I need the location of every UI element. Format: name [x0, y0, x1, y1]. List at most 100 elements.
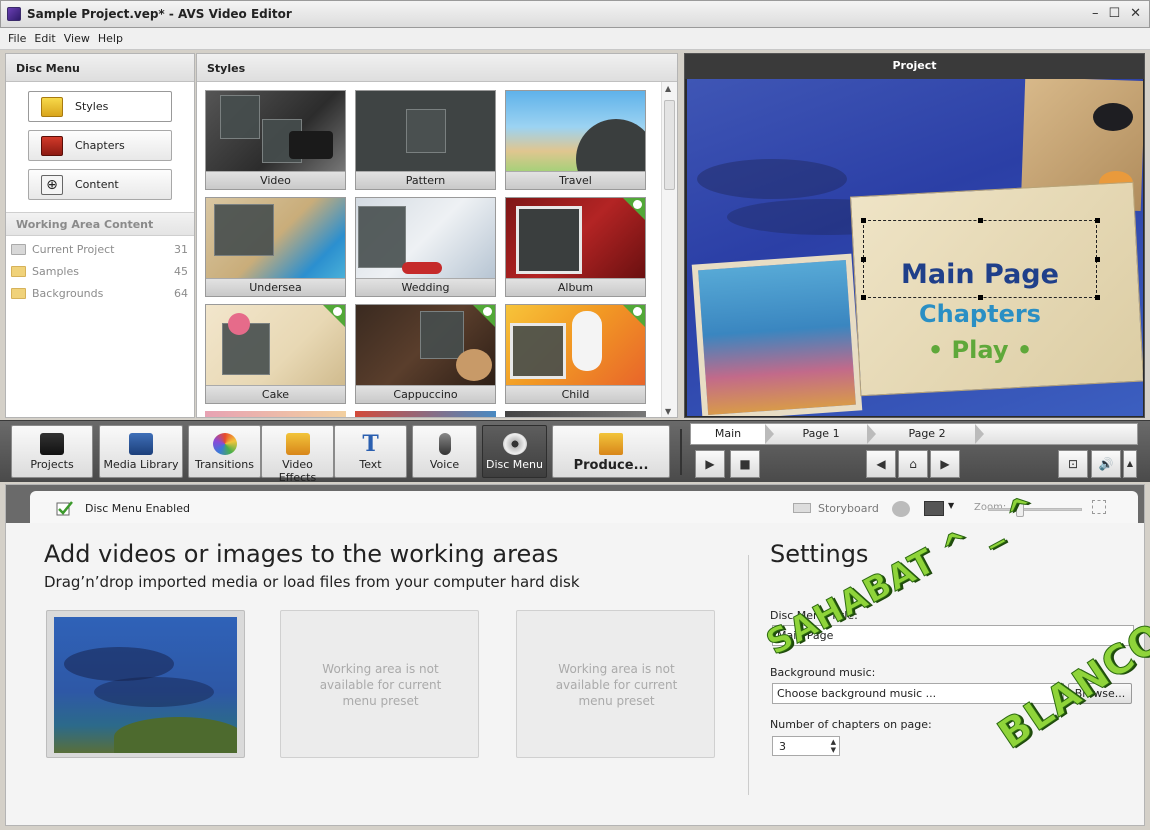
- produce-button[interactable]: Produce...: [552, 425, 670, 478]
- tab-main[interactable]: Main: [691, 424, 765, 444]
- clapperboard-icon: [40, 433, 64, 455]
- chapters-per-page-stepper[interactable]: 3 ▲ ▼: [772, 736, 840, 756]
- style-tile-video[interactable]: Video: [205, 90, 346, 190]
- close-icon[interactable]: ✕: [1130, 6, 1141, 21]
- working-area-thumbnail: [54, 617, 237, 753]
- item-label: Samples: [32, 264, 79, 278]
- microphone-icon: [438, 433, 451, 455]
- tab-page-2[interactable]: Page 2: [877, 424, 977, 444]
- item-count: 64: [174, 286, 188, 300]
- styles-button[interactable]: Styles: [28, 91, 172, 122]
- play-icon[interactable]: ▶: [695, 450, 725, 478]
- list-item-current-project[interactable]: Current Project 31: [11, 239, 191, 259]
- styles-panel: Styles Video Pattern Travel Undersea Wed…: [196, 53, 678, 418]
- chapters-button-label: Chapters: [75, 139, 125, 152]
- checkbox-checked-icon[interactable]: [56, 500, 74, 516]
- minimize-icon[interactable]: –: [1092, 6, 1099, 21]
- monitor-icon[interactable]: [924, 501, 944, 516]
- menu-edit[interactable]: Edit: [34, 32, 55, 45]
- download-icon[interactable]: [483, 307, 492, 316]
- disc-menu-button[interactable]: Disc Menu: [482, 425, 547, 478]
- home-icon[interactable]: ⌂: [898, 450, 928, 478]
- fit-screen-icon[interactable]: ⊡: [1058, 450, 1088, 478]
- stop-icon[interactable]: ■: [730, 450, 760, 478]
- tile-label: Cake: [206, 385, 345, 403]
- transitions-button[interactable]: Transitions: [188, 425, 261, 478]
- fit-zoom-icon[interactable]: [1092, 500, 1106, 514]
- window-title: Sample Project.vep* - AVS Video Editor: [27, 7, 292, 21]
- list-item-backgrounds[interactable]: Backgrounds 64: [11, 283, 191, 303]
- styles-header: Styles: [197, 54, 677, 82]
- stepper-value: 3: [779, 740, 786, 753]
- video-effects-button[interactable]: Video Effects: [261, 425, 334, 484]
- style-tile-cake[interactable]: Cake: [205, 304, 346, 404]
- preview-main-page-text[interactable]: Main Page: [863, 259, 1097, 290]
- menu-help[interactable]: Help: [98, 32, 123, 45]
- voice-button[interactable]: Voice: [412, 425, 477, 478]
- preview-header: Project: [685, 54, 1144, 79]
- chapters-per-page-label: Number of chapters on page:: [770, 718, 932, 731]
- download-icon[interactable]: [633, 307, 642, 316]
- download-icon[interactable]: [633, 200, 642, 209]
- tile-label: Album: [506, 278, 645, 296]
- tile-label: Child: [506, 385, 645, 403]
- menu-file[interactable]: File: [8, 32, 26, 45]
- storyboard-icon[interactable]: [793, 503, 811, 513]
- produce-label: Produce...: [573, 458, 649, 473]
- webcam-icon[interactable]: [892, 501, 910, 517]
- scroll-up-icon[interactable]: ▲: [665, 84, 671, 93]
- project-preview: Project Main Page Chapters • Play •: [684, 53, 1145, 418]
- monitor-dropdown-icon[interactable]: ▼: [948, 501, 954, 510]
- style-tile-undersea[interactable]: Undersea: [205, 197, 346, 297]
- text-button[interactable]: T Text: [334, 425, 407, 478]
- item-count: 45: [174, 264, 188, 278]
- storyboard-label[interactable]: Storyboard: [818, 502, 879, 515]
- media-library-button[interactable]: Media Library: [99, 425, 183, 478]
- app-icon: [7, 7, 21, 21]
- style-tile-album[interactable]: Album: [505, 197, 646, 297]
- styles-scrollbar[interactable]: ▲ ▼: [661, 82, 677, 417]
- disc-menu-panel: Disc Menu Styles Chapters ⊕ Content Work…: [5, 53, 195, 418]
- content-icon: ⊕: [41, 174, 63, 195]
- main-toolbar: Projects Media Library Transitions Video…: [0, 420, 1150, 484]
- text-t-icon: T: [362, 431, 379, 457]
- maximize-icon[interactable]: ☐: [1108, 6, 1120, 21]
- content-button[interactable]: ⊕ Content: [28, 169, 172, 200]
- tab-page-1[interactable]: Page 1: [775, 424, 867, 444]
- style-tile-pattern[interactable]: Pattern: [355, 90, 496, 190]
- working-area-1[interactable]: [46, 610, 245, 758]
- working-areas-subheading: Drag’n’drop imported media or load files…: [44, 573, 580, 591]
- volume-expand-icon[interactable]: ▲: [1123, 450, 1137, 478]
- tile-label: Pattern: [356, 171, 495, 189]
- title-bar: Sample Project.vep* - AVS Video Editor –…: [0, 0, 1150, 28]
- style-tile-child[interactable]: Child: [505, 304, 646, 404]
- styles-icon: [41, 96, 63, 117]
- menu-view[interactable]: View: [64, 32, 90, 45]
- transitions-icon: [212, 433, 237, 455]
- item-label: Current Project: [32, 242, 115, 256]
- volume-icon[interactable]: 🔊: [1091, 450, 1121, 478]
- stepper-arrows-icon[interactable]: ▲ ▼: [831, 738, 836, 754]
- style-tile-cappuccino[interactable]: Cappuccino: [355, 304, 496, 404]
- preview-canvas[interactable]: Main Page Chapters • Play •: [687, 79, 1143, 416]
- previous-page-icon[interactable]: ◀: [866, 450, 896, 478]
- preview-chapters-text[interactable]: Chapters: [863, 300, 1097, 328]
- style-tile-wedding[interactable]: Wedding: [355, 197, 496, 297]
- media-library-label: Media Library: [103, 458, 179, 471]
- download-icon[interactable]: [333, 307, 342, 316]
- styles-button-label: Styles: [75, 100, 109, 113]
- projects-button[interactable]: Projects: [11, 425, 93, 478]
- style-tile-travel[interactable]: Travel: [505, 90, 646, 190]
- gear-folder-icon: [11, 243, 26, 255]
- film-strip-icon: [129, 433, 153, 455]
- text-label: Text: [359, 458, 382, 471]
- next-page-icon[interactable]: ▶: [930, 450, 960, 478]
- chapters-button[interactable]: Chapters: [28, 130, 172, 161]
- working-area-unavailable-text: Working area is not available for curren…: [555, 662, 678, 708]
- folder-icon: [11, 265, 26, 277]
- preview-play-text[interactable]: • Play •: [863, 336, 1097, 364]
- scroll-down-icon[interactable]: ▼: [665, 407, 671, 416]
- list-item-samples[interactable]: Samples 45: [11, 261, 191, 281]
- scroll-thumb[interactable]: [664, 100, 675, 190]
- working-areas-heading: Add videos or images to the working area…: [44, 540, 559, 568]
